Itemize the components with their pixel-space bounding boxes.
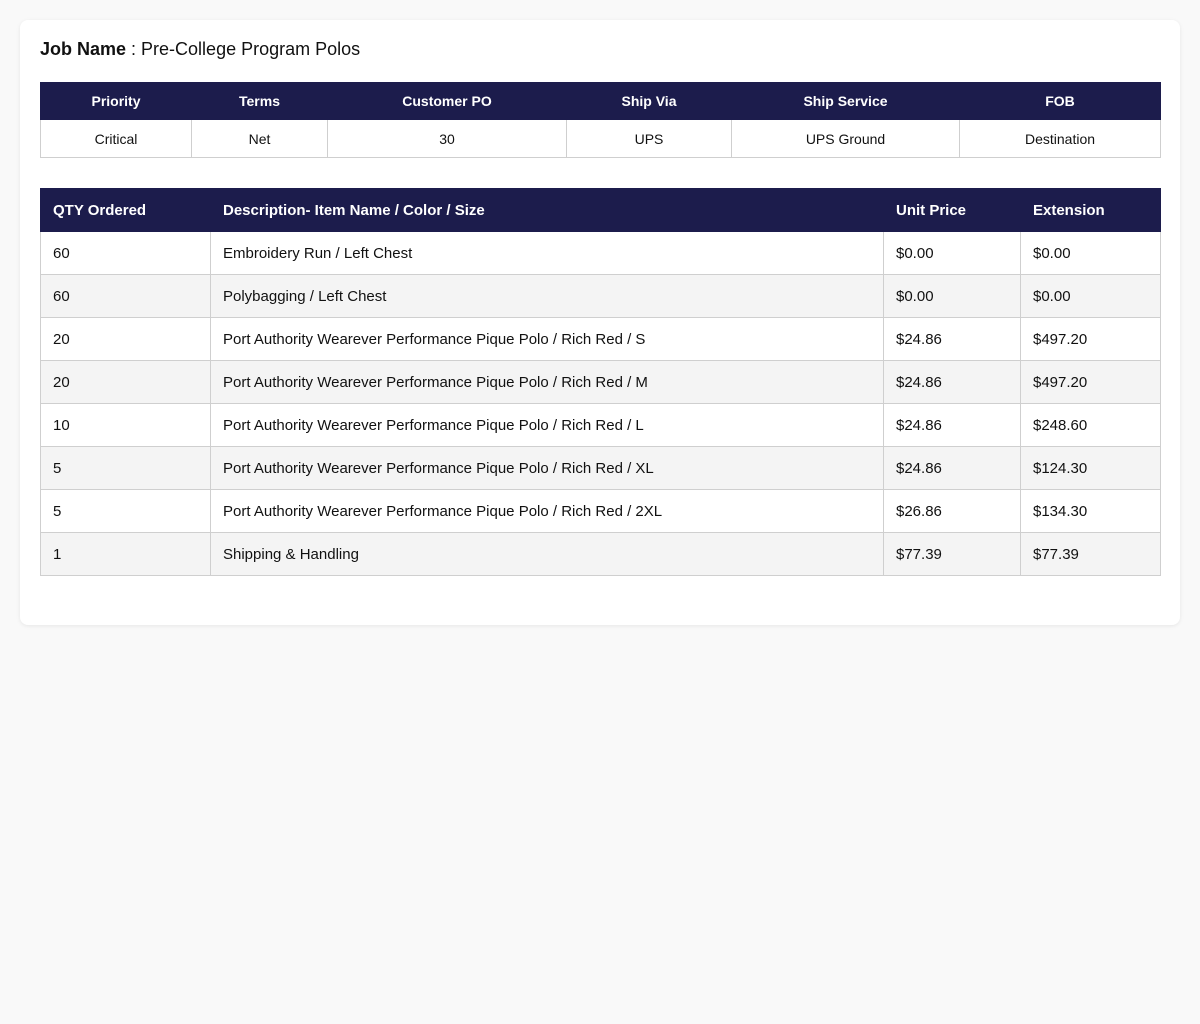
- table-row: 5 Port Authority Wearever Performance Pi…: [40, 489, 1161, 533]
- item-unit-price: $0.00: [883, 274, 1021, 318]
- item-description: Port Authority Wearever Performance Piqu…: [210, 446, 884, 490]
- item-extension: $497.20: [1020, 317, 1161, 361]
- item-unit-price: $24.86: [883, 360, 1021, 404]
- item-qty: 5: [40, 489, 211, 533]
- table-row: 60 Embroidery Run / Left Chest $0.00 $0.…: [40, 231, 1161, 275]
- job-name-separator: :: [126, 39, 142, 59]
- item-extension: $248.60: [1020, 403, 1161, 447]
- item-qty: 5: [40, 446, 211, 490]
- meta-header-customer-po: Customer PO: [327, 82, 567, 120]
- meta-value-customer-po: 30: [327, 119, 567, 158]
- item-unit-price: $77.39: [883, 532, 1021, 576]
- item-extension: $134.30: [1020, 489, 1161, 533]
- item-unit-price: $24.86: [883, 446, 1021, 490]
- item-unit-price: $26.86: [883, 489, 1021, 533]
- items-header-qty: QTY Ordered: [40, 188, 211, 232]
- item-qty: 20: [40, 360, 211, 404]
- item-qty: 60: [40, 274, 211, 318]
- meta-value-row: Critical Net 30 UPS UPS Ground Destinati…: [40, 119, 1161, 158]
- item-extension: $0.00: [1020, 274, 1161, 318]
- table-row: 60 Polybagging / Left Chest $0.00 $0.00: [40, 274, 1161, 318]
- meta-header-terms: Terms: [191, 82, 328, 120]
- item-description: Polybagging / Left Chest: [210, 274, 884, 318]
- item-unit-price: $24.86: [883, 403, 1021, 447]
- item-extension: $0.00: [1020, 231, 1161, 275]
- item-unit-price: $24.86: [883, 317, 1021, 361]
- job-card: Job Name : Pre-College Program Polos Pri…: [20, 20, 1180, 625]
- item-qty: 60: [40, 231, 211, 275]
- order-meta-table: Priority Terms Customer PO Ship Via Ship…: [40, 82, 1161, 158]
- item-extension: $124.30: [1020, 446, 1161, 490]
- table-row: 1 Shipping & Handling $77.39 $77.39: [40, 532, 1161, 576]
- job-name-heading: Job Name : Pre-College Program Polos: [40, 38, 360, 60]
- job-name-label: Job Name: [40, 39, 127, 59]
- item-qty: 10: [40, 403, 211, 447]
- item-description: Port Authority Wearever Performance Piqu…: [210, 317, 884, 361]
- items-header-unit-price: Unit Price: [883, 188, 1021, 232]
- meta-header-row: Priority Terms Customer PO Ship Via Ship…: [40, 82, 1161, 120]
- item-extension: $497.20: [1020, 360, 1161, 404]
- item-description: Port Authority Wearever Performance Piqu…: [210, 403, 884, 447]
- item-description: Embroidery Run / Left Chest: [210, 231, 884, 275]
- line-items-table: QTY Ordered Description- Item Name / Col…: [40, 188, 1161, 576]
- meta-value-ship-service: UPS Ground: [731, 119, 960, 158]
- table-row: 20 Port Authority Wearever Performance P…: [40, 317, 1161, 361]
- item-unit-price: $0.00: [883, 231, 1021, 275]
- item-extension: $77.39: [1020, 532, 1161, 576]
- meta-header-ship-service: Ship Service: [731, 82, 960, 120]
- table-row: 10 Port Authority Wearever Performance P…: [40, 403, 1161, 447]
- table-row: 20 Port Authority Wearever Performance P…: [40, 360, 1161, 404]
- meta-header-ship-via: Ship Via: [566, 82, 732, 120]
- meta-header-fob: FOB: [959, 82, 1161, 120]
- item-description: Shipping & Handling: [210, 532, 884, 576]
- item-description: Port Authority Wearever Performance Piqu…: [210, 489, 884, 533]
- meta-value-fob: Destination: [959, 119, 1161, 158]
- item-qty: 20: [40, 317, 211, 361]
- item-description: Port Authority Wearever Performance Piqu…: [210, 360, 884, 404]
- meta-value-priority: Critical: [40, 119, 192, 158]
- job-name-value: Pre-College Program Polos: [141, 39, 361, 59]
- item-qty: 1: [40, 532, 211, 576]
- items-header-description: Description- Item Name / Color / Size: [210, 188, 884, 232]
- meta-header-priority: Priority: [40, 82, 192, 120]
- items-header-extension: Extension: [1020, 188, 1161, 232]
- meta-value-ship-via: UPS: [566, 119, 732, 158]
- items-header-row: QTY Ordered Description- Item Name / Col…: [40, 188, 1161, 232]
- meta-value-terms: Net: [191, 119, 328, 158]
- table-row: 5 Port Authority Wearever Performance Pi…: [40, 446, 1161, 490]
